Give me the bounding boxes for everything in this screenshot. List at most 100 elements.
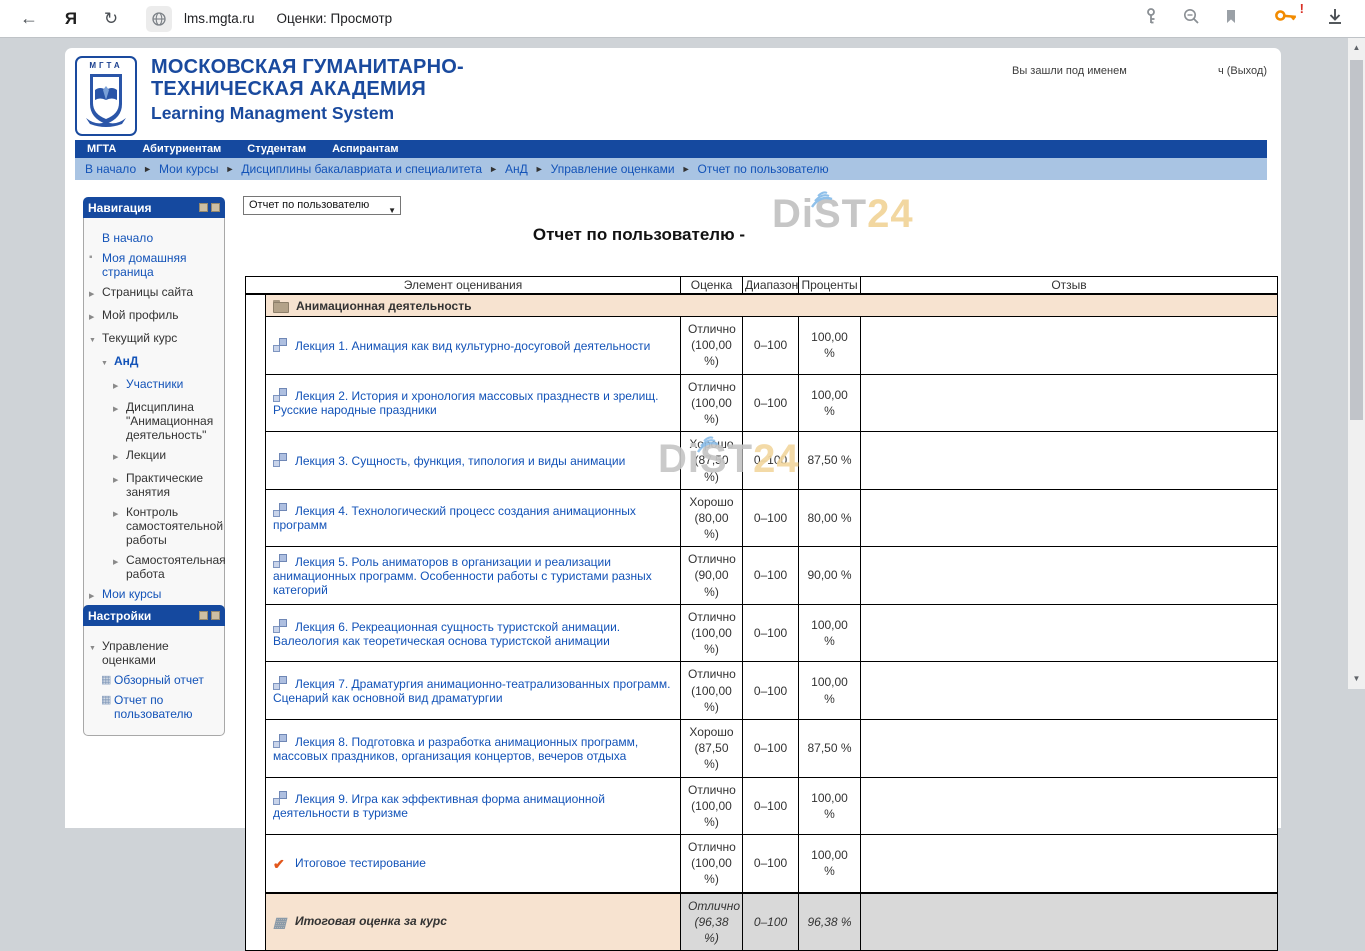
yandex-browser-icon[interactable]: Я [58, 6, 84, 32]
tree-item-label[interactable]: Отчет по пользователю [114, 693, 221, 721]
breadcrumb-separator: ► [528, 164, 551, 174]
tree-item-label[interactable]: Обзорный отчет [114, 673, 204, 687]
url-text[interactable]: lms.mgta.ru [184, 11, 255, 26]
grade-cell: Отлично(96,38 %) [681, 893, 743, 951]
breadcrumb-item[interactable]: Мои курсы [159, 162, 218, 176]
dock-block-icon[interactable] [211, 203, 220, 212]
grade-item-link[interactable]: Лекция 9. Игра как эффективная форма ани… [273, 792, 605, 820]
address-bar[interactable]: lms.mgta.ru Оценки: Просмотр [146, 6, 392, 32]
zoom-page-icon[interactable] [1182, 7, 1201, 31]
menu-item[interactable]: Студентам [247, 143, 306, 155]
tree-item-label[interactable]: В начало [102, 231, 153, 245]
menu-item[interactable]: МГТА [87, 143, 116, 155]
item-cell: Лекция 5. Роль аниматоров в организации … [266, 547, 681, 605]
grade-cell: Отлично(90,00 %) [681, 547, 743, 605]
grade-item-link[interactable]: Лекция 4. Технологический процесс создан… [273, 504, 636, 532]
tree-item[interactable]: ▦Обзорный отчет [87, 673, 221, 687]
feedback-cell [861, 547, 1278, 605]
feedback-cell [861, 604, 1278, 662]
hide-block-icon[interactable] [199, 611, 208, 620]
download-icon[interactable] [1325, 6, 1345, 31]
feedback-cell [861, 489, 1278, 547]
alert-badge: ! [1300, 1, 1304, 16]
lesson-icon [273, 554, 288, 568]
protect-key-icon[interactable]: ! [1275, 5, 1297, 32]
range-cell: 0–100 [743, 893, 799, 951]
tree-item: ▶Страницы сайта [87, 285, 221, 302]
scroll-down-icon[interactable]: ▼ [1348, 671, 1365, 687]
tree-item[interactable]: В начало [87, 231, 221, 245]
grade-item-link[interactable]: Лекция 6. Рекреационная сущность туристс… [273, 620, 620, 648]
percent-cell: 87,50 % [799, 719, 861, 777]
lesson-icon [273, 791, 288, 805]
breadcrumb-separator: ► [482, 164, 505, 174]
grade-item-link[interactable]: Лекция 2. История и хронология массовых … [273, 389, 659, 417]
bookmark-icon[interactable] [1223, 8, 1239, 30]
breadcrumb-item[interactable]: Управление оценками [551, 162, 675, 176]
breadcrumb-item[interactable]: Отчет по пользователю [698, 162, 829, 176]
hide-block-icon[interactable] [199, 203, 208, 212]
grade-item-row: Лекция 5. Роль аниматоров в организации … [246, 547, 1278, 605]
course-total-title: Итоговая оценка за курс [295, 914, 447, 928]
grade-item-link[interactable]: Лекция 1. Анимация как вид культурно-дос… [295, 339, 650, 353]
settings-block-title: Настройки [88, 609, 199, 623]
percent-cell: 87,50 % [799, 432, 861, 490]
grade-item-row: Лекция 9. Игра как эффективная форма ани… [246, 777, 1278, 835]
grade-item-row: Лекция 3. Сущность, функция, типология и… [246, 432, 1278, 490]
item-cell: Лекция 3. Сущность, функция, типология и… [266, 432, 681, 490]
arrow-down-icon: ▼ [89, 639, 102, 667]
navigation-block-title: Навигация [88, 201, 199, 215]
column-header: Элемент оценивания [246, 277, 681, 295]
tree-item: ▶Дисциплина "Анимационная деятельность" [87, 400, 221, 442]
tree-item[interactable]: ▶Мои курсы [87, 587, 221, 604]
menu-item[interactable]: Аспирантам [332, 143, 398, 155]
square-icon: ▪ [89, 251, 102, 279]
tree-item: ▶Практические занятия [87, 471, 221, 499]
tree-item-label[interactable]: АнД [114, 354, 138, 371]
lesson-icon [273, 338, 288, 352]
tree-item-label: Управление оценками [102, 639, 221, 667]
settings-block-header: Настройки [83, 605, 225, 626]
tree-item-label[interactable]: Моя домашняя страница [102, 251, 221, 279]
grade-cell: Отлично(100,00 %) [681, 835, 743, 893]
quiz-icon: ✔ [273, 857, 288, 871]
tree-item[interactable]: ▼АнД [87, 354, 221, 371]
scroll-up-icon[interactable]: ▲ [1348, 40, 1365, 56]
tree-item: ▶Самостоятельная работа [87, 553, 221, 581]
item-cell: Лекция 7. Драматургия анимационно-театра… [266, 662, 681, 720]
grade-item-link[interactable]: Лекция 5. Роль аниматоров в организации … [273, 555, 652, 597]
dock-block-icon[interactable] [211, 611, 220, 620]
menu-item[interactable]: Абитуриентам [142, 143, 221, 155]
grade-item-link[interactable]: Лекция 7. Драматургия анимационно-театра… [273, 677, 670, 705]
breadcrumb-item[interactable]: Дисциплины бакалавриата и специалитета [241, 162, 482, 176]
arrow-down-icon: ▼ [89, 331, 102, 348]
page-scrollbar[interactable]: ▲ ▼ [1348, 38, 1365, 689]
scrollbar-thumb[interactable] [1350, 60, 1363, 420]
breadcrumb-item[interactable]: В начало [85, 162, 136, 176]
grade-item-link[interactable]: Итоговое тестирование [295, 856, 426, 870]
grade-cell: Отлично(100,00 %) [681, 374, 743, 432]
grade-item-link[interactable]: Лекция 3. Сущность, функция, типология и… [295, 454, 625, 468]
tree-item[interactable]: ▶Участники [87, 377, 221, 394]
tree-item-label[interactable]: Участники [126, 377, 183, 394]
logout-link[interactable]: ч (Выход) [1218, 65, 1267, 77]
tree-item-label[interactable]: Мои курсы [102, 587, 161, 604]
back-icon[interactable]: ← [16, 6, 42, 32]
site-page: МГТА МОСКОВСКАЯ ГУМАНИТАРНО- ТЕХНИЧЕСКАЯ… [65, 48, 1281, 828]
tree-item-label: Самостоятельная работа [126, 553, 226, 581]
item-cell: Лекция 2. История и хронология массовых … [266, 374, 681, 432]
tree-item[interactable]: ▪Моя домашняя страница [87, 251, 221, 279]
settings-tree: ▼Управление оценками ▦Обзорный отчет ▦Отче… [83, 626, 225, 736]
watermark-number: 24 [867, 192, 914, 236]
password-key-icon[interactable] [1142, 7, 1160, 30]
grade-item-link[interactable]: Лекция 8. Подготовка и разработка анимац… [273, 735, 638, 763]
percent-cell: 100,00 % [799, 604, 861, 662]
none-icon [89, 231, 102, 245]
refresh-icon[interactable]: ↻ [98, 6, 124, 32]
tree-item[interactable]: ▦Отчет по пользователю [87, 693, 221, 721]
report-type-select[interactable]: Отчет по пользователю ▼ [243, 196, 401, 215]
dist24-watermark: DiST24 [772, 192, 914, 237]
category-name: Анимационная деятельность [296, 299, 471, 313]
breadcrumb-item[interactable]: АнД [505, 162, 528, 176]
percent-cell: 80,00 % [799, 489, 861, 547]
